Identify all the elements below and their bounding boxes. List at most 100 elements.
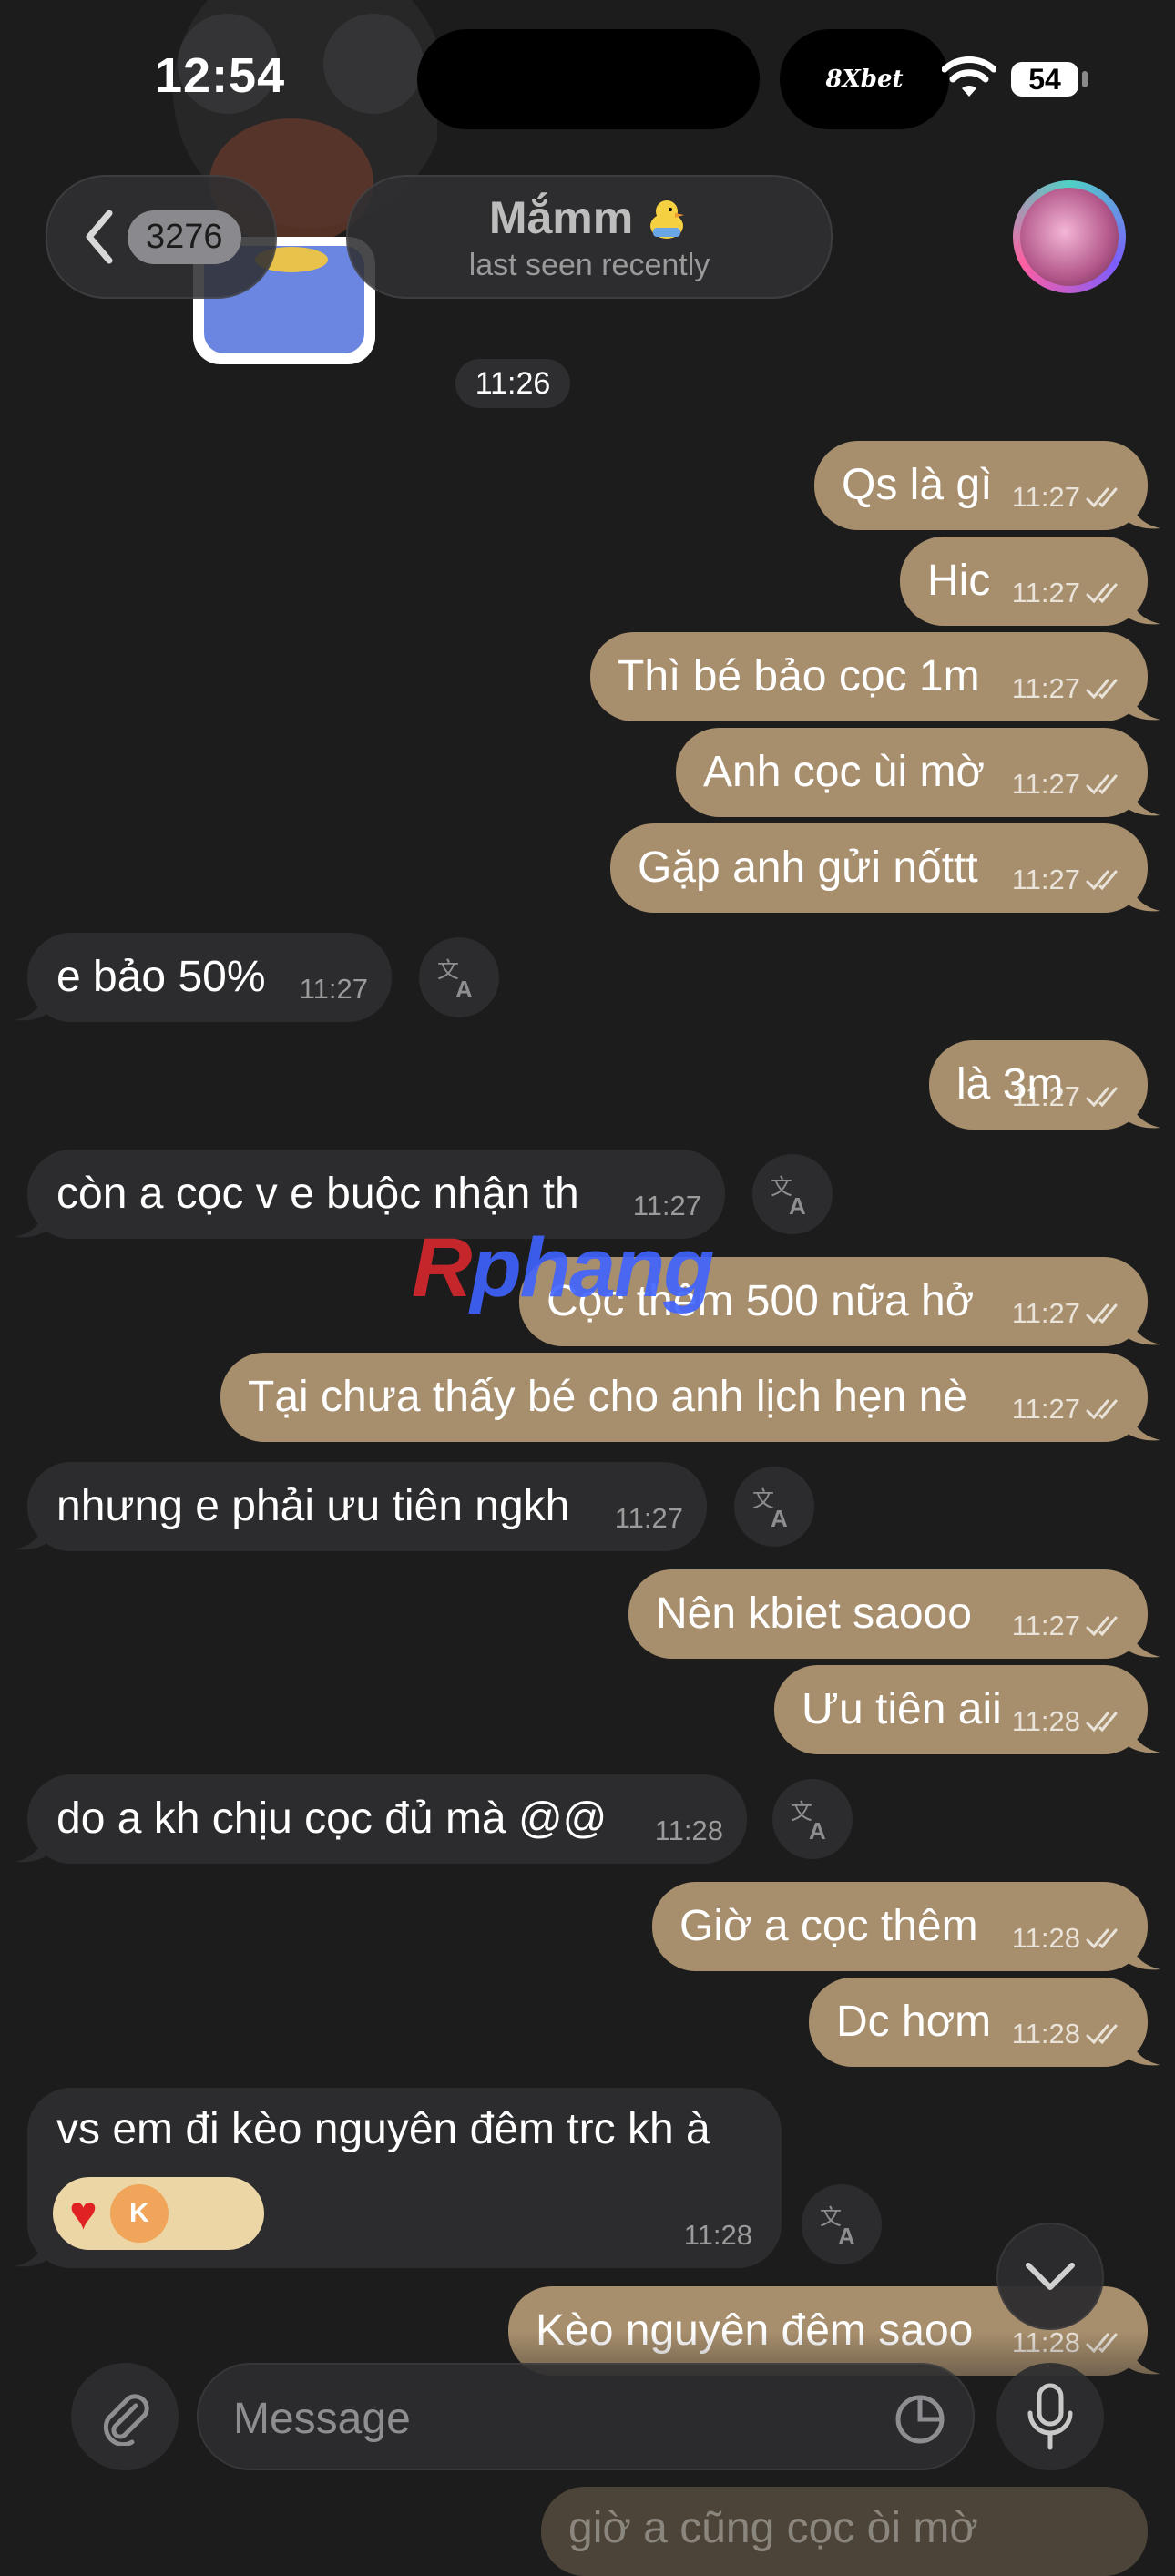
message-bubble-outgoing[interactable]: Dc hơm 11:28: [809, 1978, 1160, 2067]
date-separator: 11:26: [455, 359, 570, 408]
heart-reaction-icon: ♥: [69, 2187, 97, 2240]
message-bubble-incoming[interactable]: e bảo 50% 11:27: [15, 933, 392, 1022]
message-text: Gặp anh gửi nốttt: [638, 843, 978, 892]
message-text: Anh cọc ùi mờ: [703, 748, 985, 796]
contact-avatar[interactable]: [1013, 180, 1126, 293]
message-bubble-outgoing[interactable]: Tại chưa thấy bé cho anh lịch hẹn nè 11:2…: [220, 1353, 1160, 1442]
watermark-r: R: [412, 1222, 472, 1314]
translate-button[interactable]: 文A: [772, 1779, 853, 1859]
translate-icon: 文A: [437, 957, 473, 1001]
bubble-tail: [15, 1208, 46, 1238]
translate-icon: 文A: [771, 1174, 806, 1218]
message-bubble-outgoing[interactable]: Gặp anh gửi nốttt 11:27: [610, 823, 1160, 913]
watermark-text: phang: [470, 1222, 714, 1314]
bubble-tail: [1129, 1099, 1160, 1129]
message-meta: 11:27: [1012, 1610, 1126, 1642]
message-text: Tại chưa thấy bé cho anh lịch hẹn nè: [248, 1373, 967, 1421]
microphone-icon: [1027, 2383, 1073, 2450]
message-time: 11:27: [1011, 864, 1080, 895]
wifi-icon: [942, 56, 996, 97]
message-meta: 11:27: [1012, 1297, 1126, 1330]
message-meta: 11:28: [1012, 1922, 1126, 1955]
message-meta: 11:27: [300, 973, 368, 1006]
message-time: 11:27: [1011, 1393, 1080, 1425]
message-time: 11:27: [1011, 672, 1080, 704]
bubble-tail: [1129, 786, 1160, 816]
message-text: vs em đi kèo nguyên đêm trc kh à: [56, 2105, 710, 2153]
microphone-button[interactable]: [996, 2363, 1104, 2470]
reactions-pill[interactable]: ♥ K: [53, 2177, 264, 2250]
double-check-icon: [1086, 1616, 1118, 1637]
message-bubble-incoming[interactable]: vs em đi kèo nguyên đêm trc kh à ♥ K 11:28: [15, 2088, 782, 2268]
svg-text:A: A: [771, 1505, 788, 1530]
translate-button[interactable]: 文A: [419, 937, 499, 1017]
message-time: 11:27: [632, 1190, 701, 1222]
message-text: là 3m: [956, 1060, 1064, 1109]
message-bubble-outgoing[interactable]: Nên kbiet saooo 11:27: [628, 1569, 1160, 1659]
bubble-tail: [1129, 499, 1160, 529]
unread-count-badge: 3276: [128, 210, 241, 264]
message-text: Thì bé bảo cọc 1m: [618, 652, 980, 700]
message-input[interactable]: [231, 2390, 873, 2447]
message-bubble-incoming[interactable]: do a kh chịu cọc đủ mà @@ 11:28: [15, 1774, 747, 1864]
status-time: 12:54: [155, 48, 286, 103]
chevron-down-icon: [1026, 2263, 1075, 2290]
message-time: 11:27: [1011, 481, 1080, 513]
battery-indicator: 54: [1011, 62, 1078, 97]
bubble-tail: [15, 2237, 46, 2267]
message-time: 11:28: [683, 2219, 752, 2251]
message-bubble-outgoing[interactable]: Anh cọc ùi mờ 11:27: [676, 728, 1160, 817]
message-text: e bảo 50%: [56, 953, 266, 1001]
chat-title: Mắmm: [488, 192, 634, 243]
chevron-left-icon: [86, 210, 113, 264]
message-text: Dc hơm: [836, 1998, 992, 2046]
message-meta: 11:27: [1012, 768, 1126, 801]
message-bubble-outgoing[interactable]: Qs là gì 11:27: [814, 441, 1160, 530]
double-check-icon: [1086, 1399, 1118, 1420]
message-bubble-outgoing[interactable]: Hic 11:27: [900, 537, 1160, 626]
message-field[interactable]: [197, 2363, 975, 2470]
double-check-icon: [1086, 2024, 1118, 2045]
message-bubble-outgoing[interactable]: là 3m 11:27: [929, 1040, 1160, 1130]
scroll-to-bottom-button[interactable]: [996, 2223, 1104, 2330]
double-check-icon: [1086, 1303, 1118, 1324]
translate-button[interactable]: 文A: [802, 2184, 882, 2264]
bubble-tail: [1129, 1940, 1160, 1970]
message-text: Qs là gì: [842, 461, 993, 509]
message-meta: 11:27: [1012, 481, 1126, 514]
message-text: do a kh chịu cọc đủ mà @@: [56, 1794, 608, 1843]
bubble-tail: [1129, 2036, 1160, 2066]
message-text: nhưng e phải ưu tiên ngkh: [56, 1482, 570, 1530]
reactor-avatar: K: [109, 2184, 169, 2243]
message-time: 11:28: [1011, 1705, 1080, 1737]
message-bubble-incoming[interactable]: nhưng e phải ưu tiên ngkh 11:27: [15, 1462, 707, 1551]
chat-header[interactable]: Mắmm last seen recently: [346, 175, 833, 299]
back-button[interactable]: 3276: [46, 175, 277, 299]
bubble-tail: [1129, 1628, 1160, 1658]
message-bubble-outgoing[interactable]: Thì bé bảo cọc 1m 11:27: [590, 632, 1160, 721]
ad-badge: 8Xbet: [780, 29, 949, 129]
message-meta: 11:28: [655, 1814, 723, 1847]
avatar-photo: [1020, 188, 1119, 286]
duck-emoji-icon: [650, 200, 685, 239]
translate-icon: 文A: [820, 2204, 855, 2248]
message-text: Nên kbiet saooo: [656, 1590, 972, 1638]
translate-icon: 文A: [752, 1487, 788, 1530]
message-text: giờ a cũng cọc òi mờ: [568, 2504, 978, 2552]
message-time: 11:28: [654, 1814, 723, 1846]
message-bubble-outgoing[interactable]: giờ a cũng cọc òi mờ: [541, 2487, 1148, 2576]
translate-button[interactable]: 文A: [752, 1154, 833, 1234]
double-check-icon: [1086, 870, 1118, 891]
attach-button[interactable]: [71, 2363, 179, 2470]
message-bubble-outgoing[interactable]: Giờ a cọc thêm 11:28: [652, 1882, 1160, 1971]
last-seen-status: last seen recently: [468, 248, 710, 282]
chat-title-row: Mắmm: [348, 191, 831, 244]
svg-text:A: A: [838, 2223, 855, 2248]
message-time: 11:27: [614, 1502, 683, 1534]
sticker-icon[interactable]: [893, 2392, 947, 2447]
message-meta: 11:27: [1012, 1393, 1126, 1426]
bubble-tail: [1129, 1315, 1160, 1345]
message-bubble-outgoing[interactable]: Ưu tiên aii 11:28: [774, 1665, 1160, 1754]
message-meta: 11:27: [633, 1190, 701, 1222]
translate-button[interactable]: 文A: [734, 1467, 814, 1547]
